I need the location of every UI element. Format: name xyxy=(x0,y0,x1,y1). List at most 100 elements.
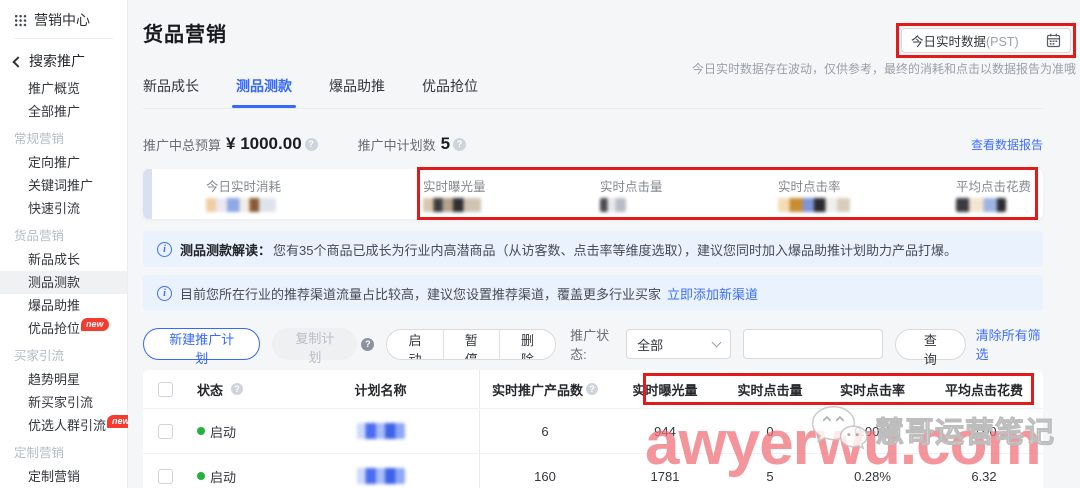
stat-avg-click-cost: 平均点击花费 xyxy=(956,176,1031,217)
sidebar-item-premium-slot[interactable]: 优品抢位 new xyxy=(0,317,127,340)
stat-label: 实时点击率 xyxy=(778,180,841,194)
plan-count-label: 推广中计划数 xyxy=(357,137,436,153)
alert-text: 目前您所在行业的推荐渠道流量占比较高，建议您设置推荐渠道，覆盖更多行业买家 立即添… xyxy=(180,286,759,302)
redacted-stat-value xyxy=(206,198,276,212)
annotation-box-date-filter: 今日实时数据(PST) xyxy=(896,23,1076,58)
date-filter[interactable]: 今日实时数据(PST) xyxy=(901,28,1071,53)
plans-table: 状态 计划名称 实时推广产品数 实时曝光量 实时点击量 实时点击率 平均点击花费… xyxy=(143,370,1043,488)
copy-plan-button[interactable]: 复制计划 xyxy=(272,328,358,365)
realtime-data-note: 今日实时数据存在波动，仅供参考，最终的消耗和点击以数据报告为准哦 xyxy=(691,62,1076,76)
sidebar-item-promo-overview[interactable]: 推广概览 xyxy=(0,77,127,100)
date-filter-value: 今日实时数据(PST) xyxy=(911,35,1019,49)
redacted-stat-value xyxy=(600,198,626,212)
main-content: 货品营销 今日实时数据(PST) 今日实时数据存在波动，仅供参考，最终的消耗和点… xyxy=(128,0,1080,488)
new-plan-button[interactable]: 新建推广计划 xyxy=(143,328,261,366)
sidebar-section-product-marketing: 货品营销 xyxy=(14,229,65,243)
chevron-left-icon xyxy=(12,55,24,68)
redacted-plan-name xyxy=(356,423,405,439)
back-label: 搜索推广 xyxy=(29,53,85,69)
redacted-plan-name xyxy=(356,468,405,484)
col-impressions: 实时曝光量 xyxy=(632,382,698,398)
tab-product-testing[interactable]: 测品测款 xyxy=(232,76,296,108)
help-icon[interactable] xyxy=(361,337,375,351)
sidebar-item-keyword-promo[interactable]: 关键词推广 xyxy=(0,174,127,197)
sidebar-item-label: 优选人群引流 xyxy=(28,418,107,433)
stat-label: 平均点击花费 xyxy=(956,180,1032,194)
sidebar-item-new-buyer-traffic[interactable]: 新买家引流 xyxy=(0,391,127,414)
plan-count-value: 5 xyxy=(440,134,451,153)
redacted-stat-value xyxy=(956,198,1006,212)
divider xyxy=(14,38,113,39)
chevron-down-icon xyxy=(711,337,722,347)
table-row: 启动 160 1781 5 0.28% 6.32 xyxy=(143,453,1043,488)
alert-product-testing-insight: 测品测款解读：您有35个商品已成长为行业内高潜商品（从访客数、点击率等维度选取）… xyxy=(143,231,1043,267)
stat-label: 实时曝光量 xyxy=(423,180,486,194)
start-button[interactable]: 启动 xyxy=(387,329,443,359)
annotation-box-realtime-metrics xyxy=(417,167,1038,220)
cell-ctr: 0.00% xyxy=(854,423,891,439)
status-select[interactable]: 全部 xyxy=(626,329,732,359)
sidebar-section-custom-marketing: 定制营销 xyxy=(14,446,65,460)
col-ctr: 实时点击率 xyxy=(839,382,905,398)
redacted-stat-value xyxy=(778,198,850,212)
add-channel-link[interactable]: 立即添加新渠道 xyxy=(667,287,758,302)
help-icon[interactable] xyxy=(586,383,598,395)
sidebar-item-targeted-promo[interactable]: 定向推广 xyxy=(0,151,127,174)
redacted-stat-value xyxy=(423,198,481,212)
stat-clicks: 实时点击量 xyxy=(600,176,663,217)
row-checkbox[interactable] xyxy=(157,468,173,484)
status-select-value: 全部 xyxy=(637,337,664,353)
view-data-report-link[interactable]: 查看数据报告 xyxy=(971,136,1043,153)
cell-impressions: 944 xyxy=(654,423,676,439)
cell-products: 160 xyxy=(534,468,556,484)
status-filter-label: 推广状态: xyxy=(570,328,610,362)
sidebar-item-product-testing[interactable]: 测品测款 xyxy=(0,271,127,294)
sidebar-item-hot-product-boost[interactable]: 爆品助推 xyxy=(0,294,127,317)
status-text: 启动 xyxy=(210,469,237,485)
sidebar-section-regular-marketing: 常规营销 xyxy=(14,132,65,146)
status-text: 启动 xyxy=(210,424,237,440)
query-button[interactable]: 查询 xyxy=(895,328,966,367)
sidebar-item-custom-marketing[interactable]: 定制营销 xyxy=(0,465,127,488)
info-icon xyxy=(157,241,172,257)
sidebar-item-preferred-audience[interactable]: 优选人群引流 new xyxy=(0,414,135,437)
summary-row: 推广中总预算 ¥ 1000.00 推广中计划数 5 查看数据报告 xyxy=(143,133,1043,155)
delete-button[interactable]: 删除 xyxy=(498,329,556,359)
sidebar-item-all-promotions[interactable]: 全部推广 xyxy=(0,100,127,123)
marketing-center-menu[interactable]: 营销中心 xyxy=(14,8,127,32)
help-icon[interactable] xyxy=(231,383,244,395)
status-dot-green xyxy=(197,427,205,435)
sidebar-nav: 推广概览 全部推广 常规营销 定向推广 关键词推广 快速引流 货品营销 新品成长… xyxy=(0,77,135,488)
cell-clicks: 5 xyxy=(766,468,774,484)
select-all-checkbox[interactable] xyxy=(157,381,173,397)
cell-products: 6 xyxy=(541,423,549,439)
pause-button[interactable]: 暂停 xyxy=(442,329,499,359)
tab-new-product-growth[interactable]: 新品成长 xyxy=(143,76,199,96)
cell-ctr: 0.28% xyxy=(854,468,891,484)
sidebar-item-quick-traffic[interactable]: 快速引流 xyxy=(0,197,127,220)
cell-avg-cost: 0.00 xyxy=(971,423,997,439)
row-checkbox[interactable] xyxy=(157,423,173,439)
sidebar-item-new-product-growth[interactable]: 新品成长 xyxy=(0,248,127,271)
page-header: 货品营销 今日实时数据(PST) 今日实时数据存在波动，仅供参考，最终的消耗和点… xyxy=(143,0,1076,76)
grid-menu-icon xyxy=(14,13,27,27)
sidebar-back-button[interactable]: 搜索推广 xyxy=(12,49,127,73)
stat-label: 实时点击量 xyxy=(600,180,663,194)
bulk-action-group: 启动 暂停 删除 xyxy=(386,328,557,360)
brand-label: 营销中心 xyxy=(34,12,90,28)
status-dot-green xyxy=(197,472,205,480)
alert-channel-suggestion: 目前您所在行业的推荐渠道流量占比较高，建议您设置推荐渠道，覆盖更多行业买家立即添… xyxy=(143,275,1043,311)
cell-avg-cost: 6.32 xyxy=(971,468,997,484)
tab-bar: 新品成长 测品测款 爆品助推 优品抢位 xyxy=(143,76,1043,109)
alert-text: 测品测款解读： 您有35个商品已成长为行业内高潜商品（从访客数、点击率等维度选取）… xyxy=(180,242,957,258)
plan-search-input[interactable] xyxy=(743,329,884,359)
page: 营销中心 搜索推广 推广概览 全部推广 常规营销 定向推广 关键词推广 快速引流… xyxy=(0,0,1080,488)
sidebar-item-trend-star[interactable]: 趋势明星 xyxy=(0,368,127,391)
help-icon[interactable] xyxy=(304,137,318,151)
stat-label: 今日实时消耗 xyxy=(206,180,282,194)
tab-premium-slot[interactable]: 优品抢位 xyxy=(422,76,478,96)
help-icon[interactable] xyxy=(453,137,467,151)
table-header-row: 状态 计划名称 实时推广产品数 实时曝光量 实时点击量 实时点击率 平均点击花费 xyxy=(143,370,1043,408)
clear-filters-link[interactable]: 清除所有筛选 xyxy=(976,325,1043,363)
tab-hot-product-boost[interactable]: 爆品助推 xyxy=(329,76,385,96)
